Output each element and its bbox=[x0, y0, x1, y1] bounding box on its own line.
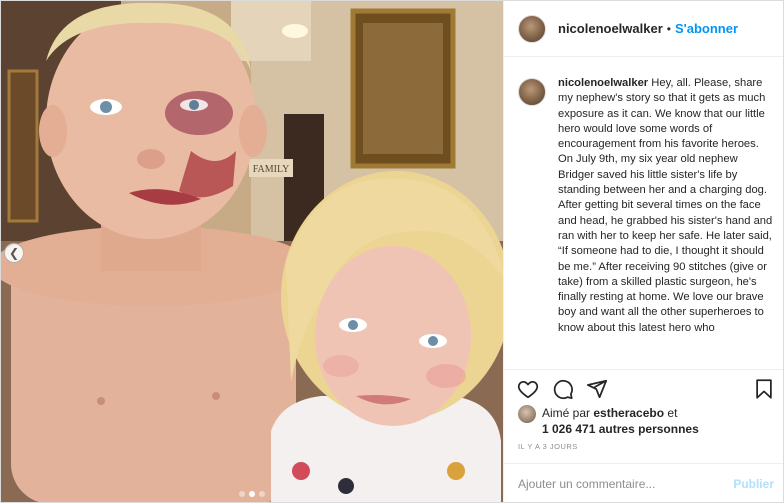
carousel-dots bbox=[1, 491, 503, 497]
header-separator: • bbox=[666, 21, 671, 36]
post-timestamp[interactable]: IL Y A 3 JOURS bbox=[518, 442, 578, 451]
caption-username[interactable]: nicolenoelwalker bbox=[558, 77, 648, 89]
comment-icon[interactable] bbox=[552, 378, 574, 400]
post-header: nicolenoelwalker • S'abonner bbox=[504, 1, 783, 57]
avatar[interactable] bbox=[518, 14, 546, 43]
comment-bar: Publier bbox=[504, 463, 783, 502]
liker-username[interactable]: estheracebo bbox=[593, 406, 664, 420]
carousel-dot bbox=[239, 491, 245, 497]
publish-button[interactable]: Publier bbox=[733, 477, 774, 491]
carousel-dot-active bbox=[249, 491, 255, 497]
share-icon[interactable] bbox=[586, 378, 608, 400]
liker-avatar[interactable] bbox=[518, 405, 536, 423]
side-panel: nicolenoelwalker • S'abonner nicolenoelw… bbox=[503, 1, 783, 502]
post-dialog: FAMILY ❮ nicolenoelwalker • S'abonner ni… bbox=[0, 0, 784, 503]
comment-input[interactable] bbox=[518, 477, 734, 491]
carousel-dot bbox=[259, 491, 265, 497]
carousel-prev-button[interactable]: ❮ bbox=[4, 243, 24, 263]
caption-avatar[interactable] bbox=[518, 78, 546, 106]
header-username[interactable]: nicolenoelwalker bbox=[558, 21, 663, 36]
actions-bar bbox=[504, 369, 783, 405]
likes-line-1: Aimé par estheracebo et bbox=[542, 405, 677, 421]
likes-summary: Aimé par estheracebo et 1 026 471 autres… bbox=[518, 404, 778, 438]
heart-icon[interactable] bbox=[517, 378, 539, 400]
caption: nicolenoelwalker Hey, all. Please, share… bbox=[558, 76, 774, 368]
bookmark-icon[interactable] bbox=[753, 378, 775, 400]
likes-count[interactable]: 1 026 471 autres personnes bbox=[542, 421, 699, 437]
chevron-left-icon: ❮ bbox=[8, 246, 20, 260]
likes-joiner: et bbox=[664, 406, 678, 420]
caption-text: Hey, all. Please, share my nephew's stor… bbox=[558, 77, 773, 334]
post-photo[interactable]: FAMILY ❮ bbox=[1, 1, 503, 502]
follow-button[interactable]: S'abonner bbox=[675, 21, 738, 36]
wall-sign-text: FAMILY bbox=[253, 164, 290, 175]
photo-illustration: FAMILY bbox=[1, 1, 503, 502]
caption-area: nicolenoelwalker Hey, all. Please, share… bbox=[504, 58, 783, 368]
likes-prefix: Aimé par bbox=[542, 406, 594, 420]
